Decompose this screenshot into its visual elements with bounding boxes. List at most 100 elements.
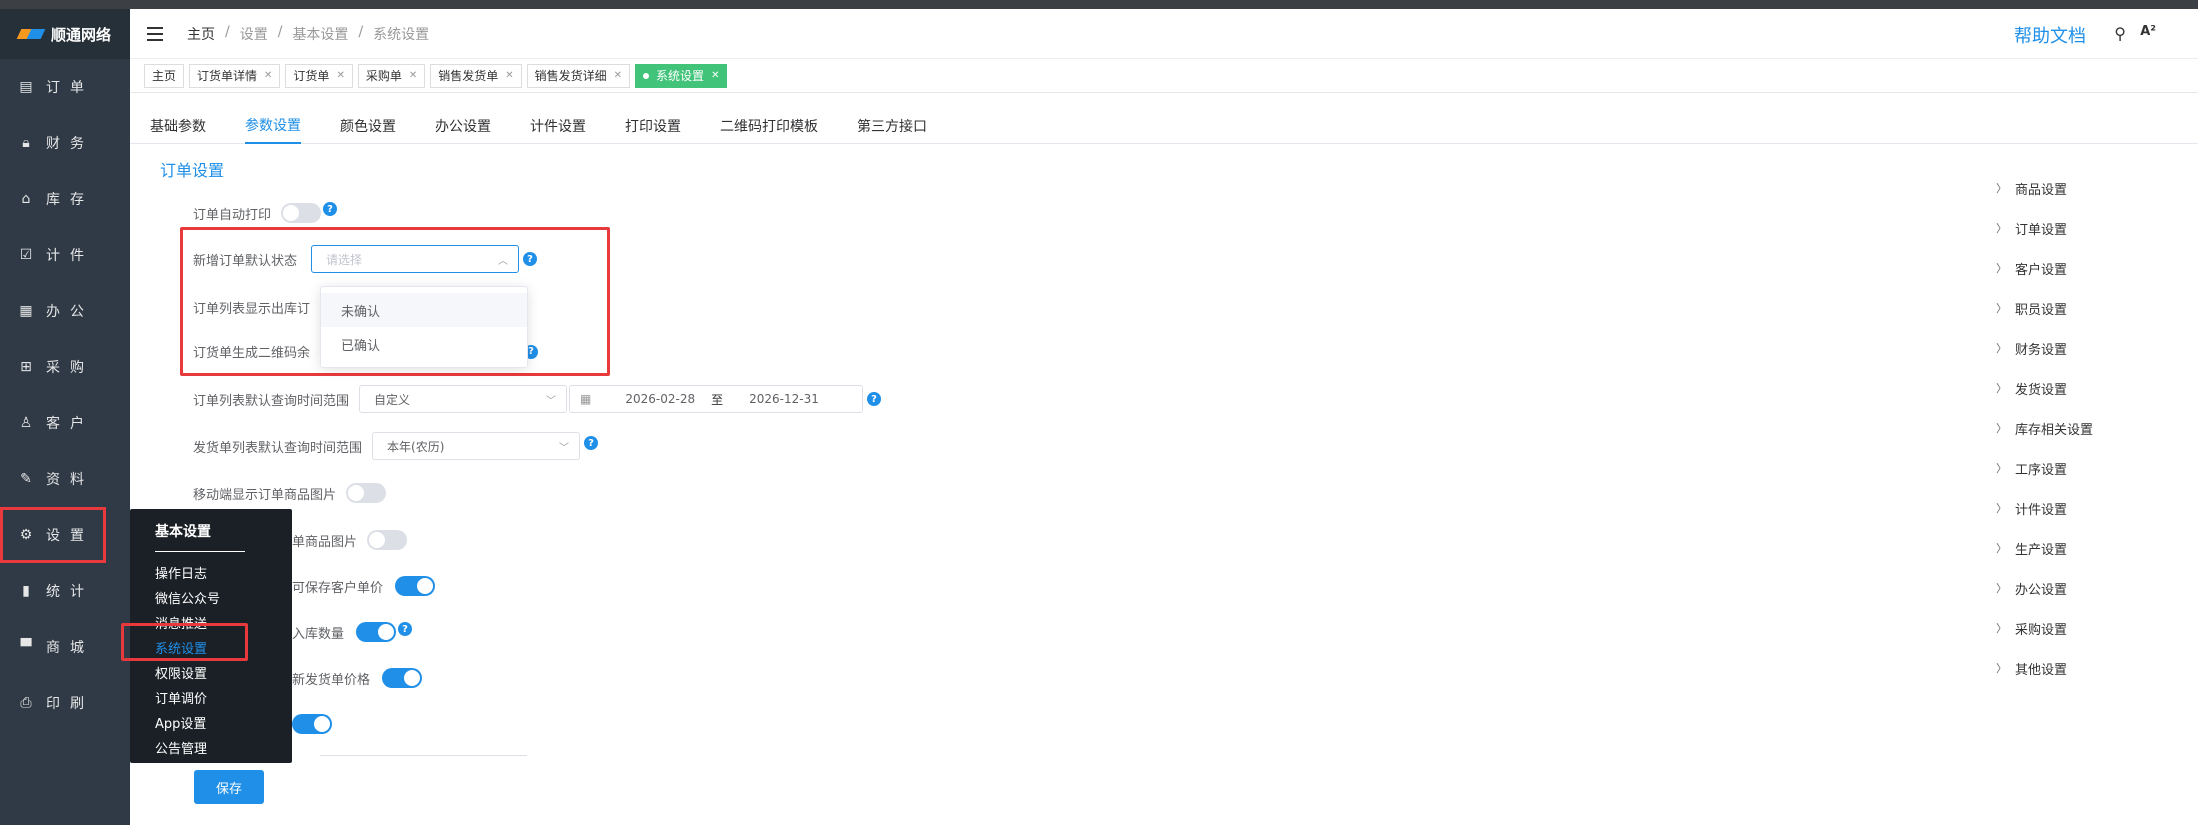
- date-start[interactable]: 2026-02-28: [625, 392, 695, 406]
- sidebar-item-print[interactable]: ⎙ 印刷: [0, 675, 130, 731]
- date-range-picker[interactable]: ▦ 2026-02-28 至 2026-12-31: [569, 385, 864, 413]
- edit-icon: ✎: [20, 471, 32, 487]
- window-top-bar: [0, 0, 2198, 9]
- dropdown-option-confirmed[interactable]: 已确认: [321, 327, 527, 361]
- subtab-qrcode-template[interactable]: 二维码打印模板: [720, 107, 818, 144]
- subtab-print-settings[interactable]: 打印设置: [625, 107, 681, 144]
- open-tabs-bar: 主页 订货单详情 ✕ 订货单 ✕ 采购单 ✕ 销售发货单 ✕ 销售发货详细 ✕ 系统设置 ✕: [130, 59, 2198, 93]
- row10-switch[interactable]: [292, 714, 332, 734]
- anchor-piecework[interactable]: 〉计件设置: [1996, 488, 2093, 528]
- close-icon[interactable]: ✕: [711, 70, 719, 81]
- tab-system-settings[interactable]: 系统设置 ✕: [635, 63, 728, 88]
- subtab-color-settings[interactable]: 颜色设置: [340, 107, 396, 144]
- help-docs-link[interactable]: 帮助文档: [2014, 22, 2086, 48]
- anchor-purchase[interactable]: 〉采购设置: [1996, 608, 2093, 648]
- chevron-right-icon: 〉: [1996, 342, 2007, 355]
- chevron-right-icon: 〉: [1996, 262, 2007, 275]
- sidebar-item-order[interactable]: ▤ 订单: [0, 59, 130, 115]
- sidebar-item-settings[interactable]: ⚙ 设置: [0, 507, 106, 563]
- chevron-right-icon: 〉: [1996, 182, 2007, 195]
- help-icon[interactable]: ?: [398, 622, 413, 636]
- anchor-order[interactable]: 〉订单设置: [1996, 208, 2093, 248]
- subtab-office-settings[interactable]: 办公设置: [435, 107, 491, 144]
- tab-home[interactable]: 主页: [144, 63, 185, 88]
- bag-icon: ⊞: [20, 359, 32, 375]
- font-size-icon[interactable]: A²: [2140, 24, 2156, 39]
- sidebar-item-data[interactable]: ✎ 资料: [0, 451, 130, 507]
- sidebar-item-inventory[interactable]: ⌂ 库存: [0, 171, 130, 227]
- flyout-item-app-settings[interactable]: App设置: [155, 710, 292, 735]
- anchor-office[interactable]: 〉办公设置: [1996, 568, 2093, 608]
- sidebar-item-stats[interactable]: ▮ 统计: [0, 563, 130, 619]
- tab-order[interactable]: 订货单 ✕: [285, 63, 353, 88]
- date-end[interactable]: 2026-12-31: [749, 392, 819, 406]
- row6-label: 单商品图片: [292, 534, 358, 550]
- search-icon[interactable]: ⚲: [2114, 24, 2126, 43]
- subtab-piecework-settings[interactable]: 计件设置: [530, 107, 586, 144]
- row8-switch[interactable]: [356, 622, 397, 642]
- help-icon[interactable]: ?: [867, 392, 882, 406]
- anchor-process[interactable]: 〉工序设置: [1996, 448, 2093, 488]
- auto-print-switch[interactable]: [281, 203, 322, 223]
- header: 主页 / 设置 / 基本设置 / 系统设置 帮助文档 ⚲ A²: [130, 9, 2198, 59]
- list-query-range-select[interactable]: 自定义 ﹀: [359, 385, 568, 413]
- chevron-right-icon: 〉: [1996, 502, 2007, 515]
- anchor-staff[interactable]: 〉职员设置: [1996, 288, 2093, 328]
- close-icon[interactable]: ✕: [505, 70, 513, 81]
- anchor-finance[interactable]: 〉财务设置: [1996, 328, 2093, 368]
- row7-switch[interactable]: [395, 576, 436, 596]
- save-button[interactable]: 保存: [194, 770, 264, 804]
- subtab-basic-params[interactable]: 基础参数: [150, 107, 206, 144]
- tab-order-detail[interactable]: 订货单详情 ✕: [189, 63, 281, 88]
- mobile-show-img-switch[interactable]: [346, 483, 387, 503]
- sidebar-item-customer[interactable]: ♙ 客户: [0, 395, 130, 451]
- anchor-production[interactable]: 〉生产设置: [1996, 528, 2093, 568]
- sidebar-item-mall[interactable]: ▀ 商城: [0, 619, 130, 675]
- close-icon[interactable]: ✕: [409, 70, 417, 81]
- close-icon[interactable]: ✕: [336, 70, 344, 81]
- menu-toggle-icon[interactable]: [147, 26, 163, 41]
- flyout-item-order-price[interactable]: 订单调价: [155, 685, 292, 710]
- active-dot-icon: [643, 72, 650, 79]
- anchor-shipping[interactable]: 〉发货设置: [1996, 368, 2093, 408]
- calendar-icon: ▦: [19, 303, 33, 319]
- subtab-param-settings[interactable]: 参数设置: [245, 107, 301, 144]
- flyout-item-permissions[interactable]: 权限设置: [155, 660, 292, 685]
- ship-query-range-select[interactable]: 本年(农历) ﹀: [372, 432, 581, 460]
- tab-sales-shipment[interactable]: 销售发货单 ✕: [430, 63, 522, 88]
- printer-icon: ⎙: [20, 695, 32, 711]
- brand-logo[interactable]: 顺通网络: [0, 9, 130, 59]
- form-row-7: 可保存客户单价: [292, 576, 436, 596]
- anchor-customer[interactable]: 〉客户设置: [1996, 248, 2093, 288]
- mobile-show-img-label: 移动端显示订单商品图片: [193, 487, 337, 503]
- subtab-third-party[interactable]: 第三方接口: [857, 107, 927, 144]
- help-icon[interactable]: ?: [323, 202, 338, 216]
- breadcrumb-settings[interactable]: 设置: [240, 24, 268, 44]
- sidebar-item-office[interactable]: ▦ 办公: [0, 283, 130, 339]
- breadcrumb-home[interactable]: 主页: [187, 24, 215, 44]
- list-query-range-label: 订单列表默认查询时间范围: [193, 393, 350, 409]
- flyout-divider: [155, 551, 245, 552]
- flyout-item-announcements[interactable]: 公告管理: [155, 735, 292, 760]
- chevron-right-icon: 〉: [1996, 302, 2007, 315]
- settings-subtabs: 基础参数 参数设置 颜色设置 办公设置 计件设置 打印设置 二维码打印模板 第三…: [130, 107, 2198, 144]
- row9-switch[interactable]: [382, 668, 423, 688]
- row6-switch[interactable]: [367, 530, 408, 550]
- dropdown-option-unconfirmed[interactable]: 未确认: [321, 293, 527, 327]
- sidebar-item-piecework[interactable]: ☑ 计件: [0, 227, 130, 283]
- anchor-product[interactable]: 〉商品设置: [1996, 168, 2093, 208]
- close-icon[interactable]: ✕: [614, 70, 622, 81]
- flyout-item-operation-log[interactable]: 操作日志: [155, 560, 292, 585]
- close-icon[interactable]: ✕: [264, 70, 272, 81]
- auto-print-label: 订单自动打印: [193, 207, 272, 223]
- anchor-other[interactable]: 〉其他设置: [1996, 648, 2093, 688]
- sidebar-item-purchase[interactable]: ⊞ 采购: [0, 339, 130, 395]
- help-icon[interactable]: ?: [584, 436, 599, 450]
- breadcrumb-basic-settings[interactable]: 基本设置: [292, 24, 348, 44]
- sidebar-item-finance[interactable]: 🔒︎ 财务: [0, 115, 130, 171]
- form-row-auto-print: 订单自动打印 ?: [193, 202, 338, 223]
- anchor-inventory[interactable]: 〉库存相关设置: [1996, 408, 2093, 448]
- tab-purchase[interactable]: 采购单 ✕: [357, 63, 426, 88]
- flyout-item-wechat[interactable]: 微信公众号: [155, 585, 292, 610]
- tab-sales-shipment-detail[interactable]: 销售发货详细 ✕: [526, 63, 631, 88]
